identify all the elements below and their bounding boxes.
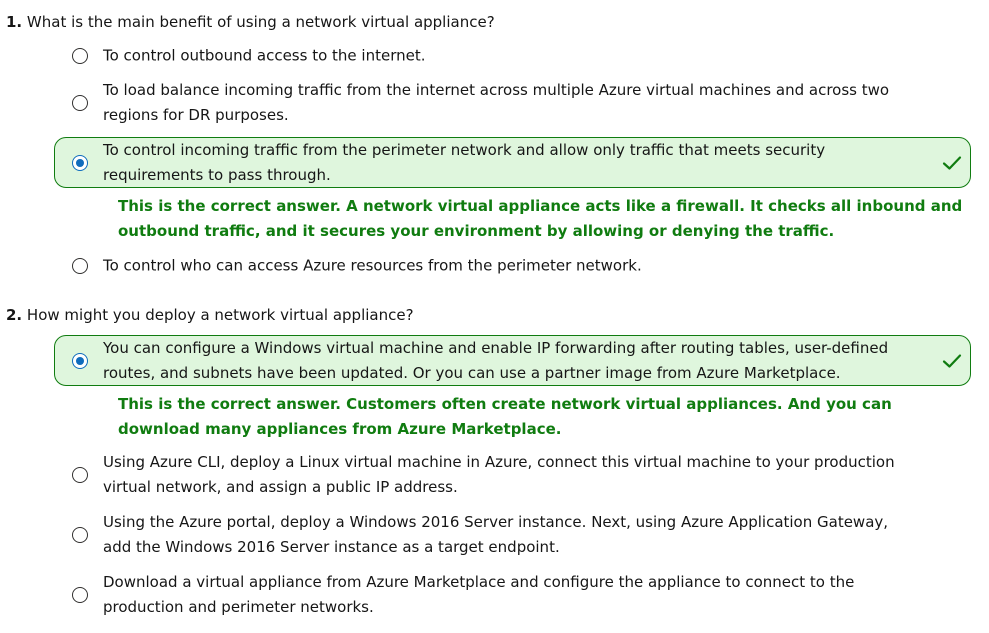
radio-icon[interactable] (72, 258, 88, 274)
radio-icon[interactable] (72, 467, 88, 483)
question-text: How might you deploy a network virtual a… (26, 306, 414, 324)
checkmark-icon (942, 155, 962, 170)
answer-option[interactable]: Using the Azure portal, deploy a Windows… (54, 509, 971, 561)
radio-icon[interactable] (72, 95, 88, 111)
radio-icon[interactable] (72, 527, 88, 543)
answer-option-label: You can configure a Windows virtual mach… (103, 338, 889, 382)
answer-option[interactable]: To load balance incoming traffic from th… (54, 77, 971, 129)
answer-option-label: To control incoming traffic from the per… (103, 140, 826, 184)
answer-option[interactable]: Download a virtual appliance from Azure … (54, 569, 971, 621)
answer-option-label: To load balance incoming traffic from th… (103, 81, 890, 124)
answer-option[interactable]: To control who can access Azure resource… (54, 251, 971, 281)
answer-option-label: Using the Azure portal, deploy a Windows… (103, 513, 889, 556)
question-number: 1. (6, 13, 23, 31)
answer-option-selected[interactable]: You can configure a Windows virtual mach… (54, 335, 971, 386)
question-2: 2. How might you deploy a network virtua… (6, 305, 414, 325)
answer-option-label: Using Azure CLI, deploy a Linux virtual … (103, 453, 895, 496)
answer-option[interactable]: To control outbound access to the intern… (54, 41, 971, 71)
checkmark-icon (942, 353, 962, 368)
answer-option[interactable]: Using Azure CLI, deploy a Linux virtual … (54, 449, 971, 501)
question-number: 2. (6, 306, 23, 324)
question-text: What is the main benefit of using a netw… (26, 13, 495, 31)
correct-answer-explanation: This is the correct answer. A network vi… (118, 197, 963, 240)
question-1: 1. What is the main benefit of using a n… (6, 12, 495, 32)
radio-selected-icon[interactable] (72, 154, 88, 171)
radio-icon[interactable] (72, 587, 88, 603)
answer-option-selected[interactable]: To control incoming traffic from the per… (54, 137, 971, 188)
answer-option-label: Download a virtual appliance from Azure … (103, 573, 855, 616)
answer-option-label: To control outbound access to the intern… (103, 46, 426, 65)
radio-selected-icon[interactable] (72, 352, 88, 369)
radio-icon[interactable] (72, 48, 88, 64)
answer-option-label: To control who can access Azure resource… (103, 256, 642, 275)
correct-answer-explanation: This is the correct answer. Customers of… (118, 395, 892, 438)
